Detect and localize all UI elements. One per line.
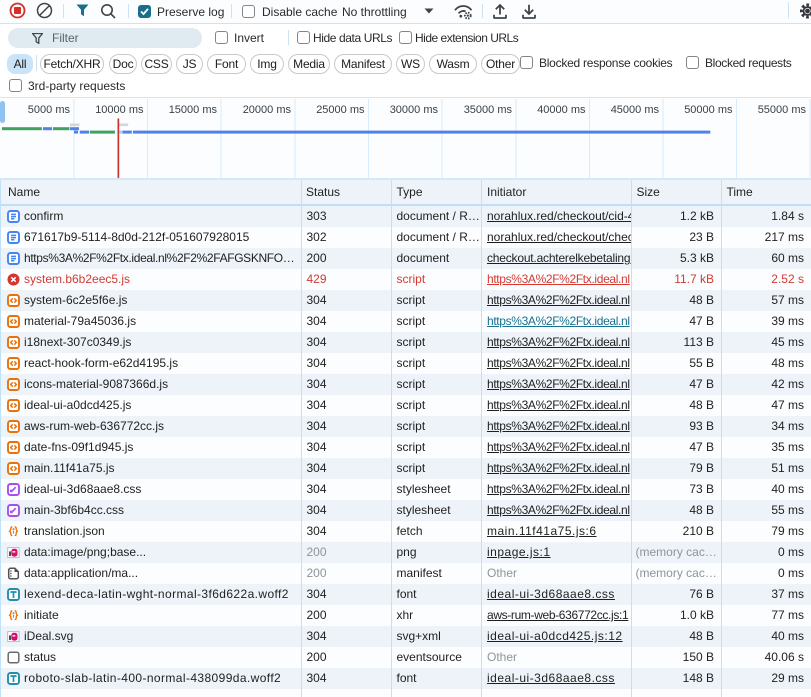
svg-text:15000 ms: 15000 ms xyxy=(169,104,218,116)
svg-text:10000 ms: 10000 ms xyxy=(95,104,144,116)
svg-text:25000 ms: 25000 ms xyxy=(316,104,365,116)
svg-text:50000 ms: 50000 ms xyxy=(684,104,733,116)
svg-text:20000 ms: 20000 ms xyxy=(243,104,292,116)
svg-text:45000 ms: 45000 ms xyxy=(611,104,660,116)
svg-text:35000 ms: 35000 ms xyxy=(464,104,513,116)
svg-text:40000 ms: 40000 ms xyxy=(537,104,586,116)
svg-text:55000 ms: 55000 ms xyxy=(758,104,807,116)
svg-text:30000 ms: 30000 ms xyxy=(390,104,439,116)
svg-text:5000 ms: 5000 ms xyxy=(28,104,71,116)
